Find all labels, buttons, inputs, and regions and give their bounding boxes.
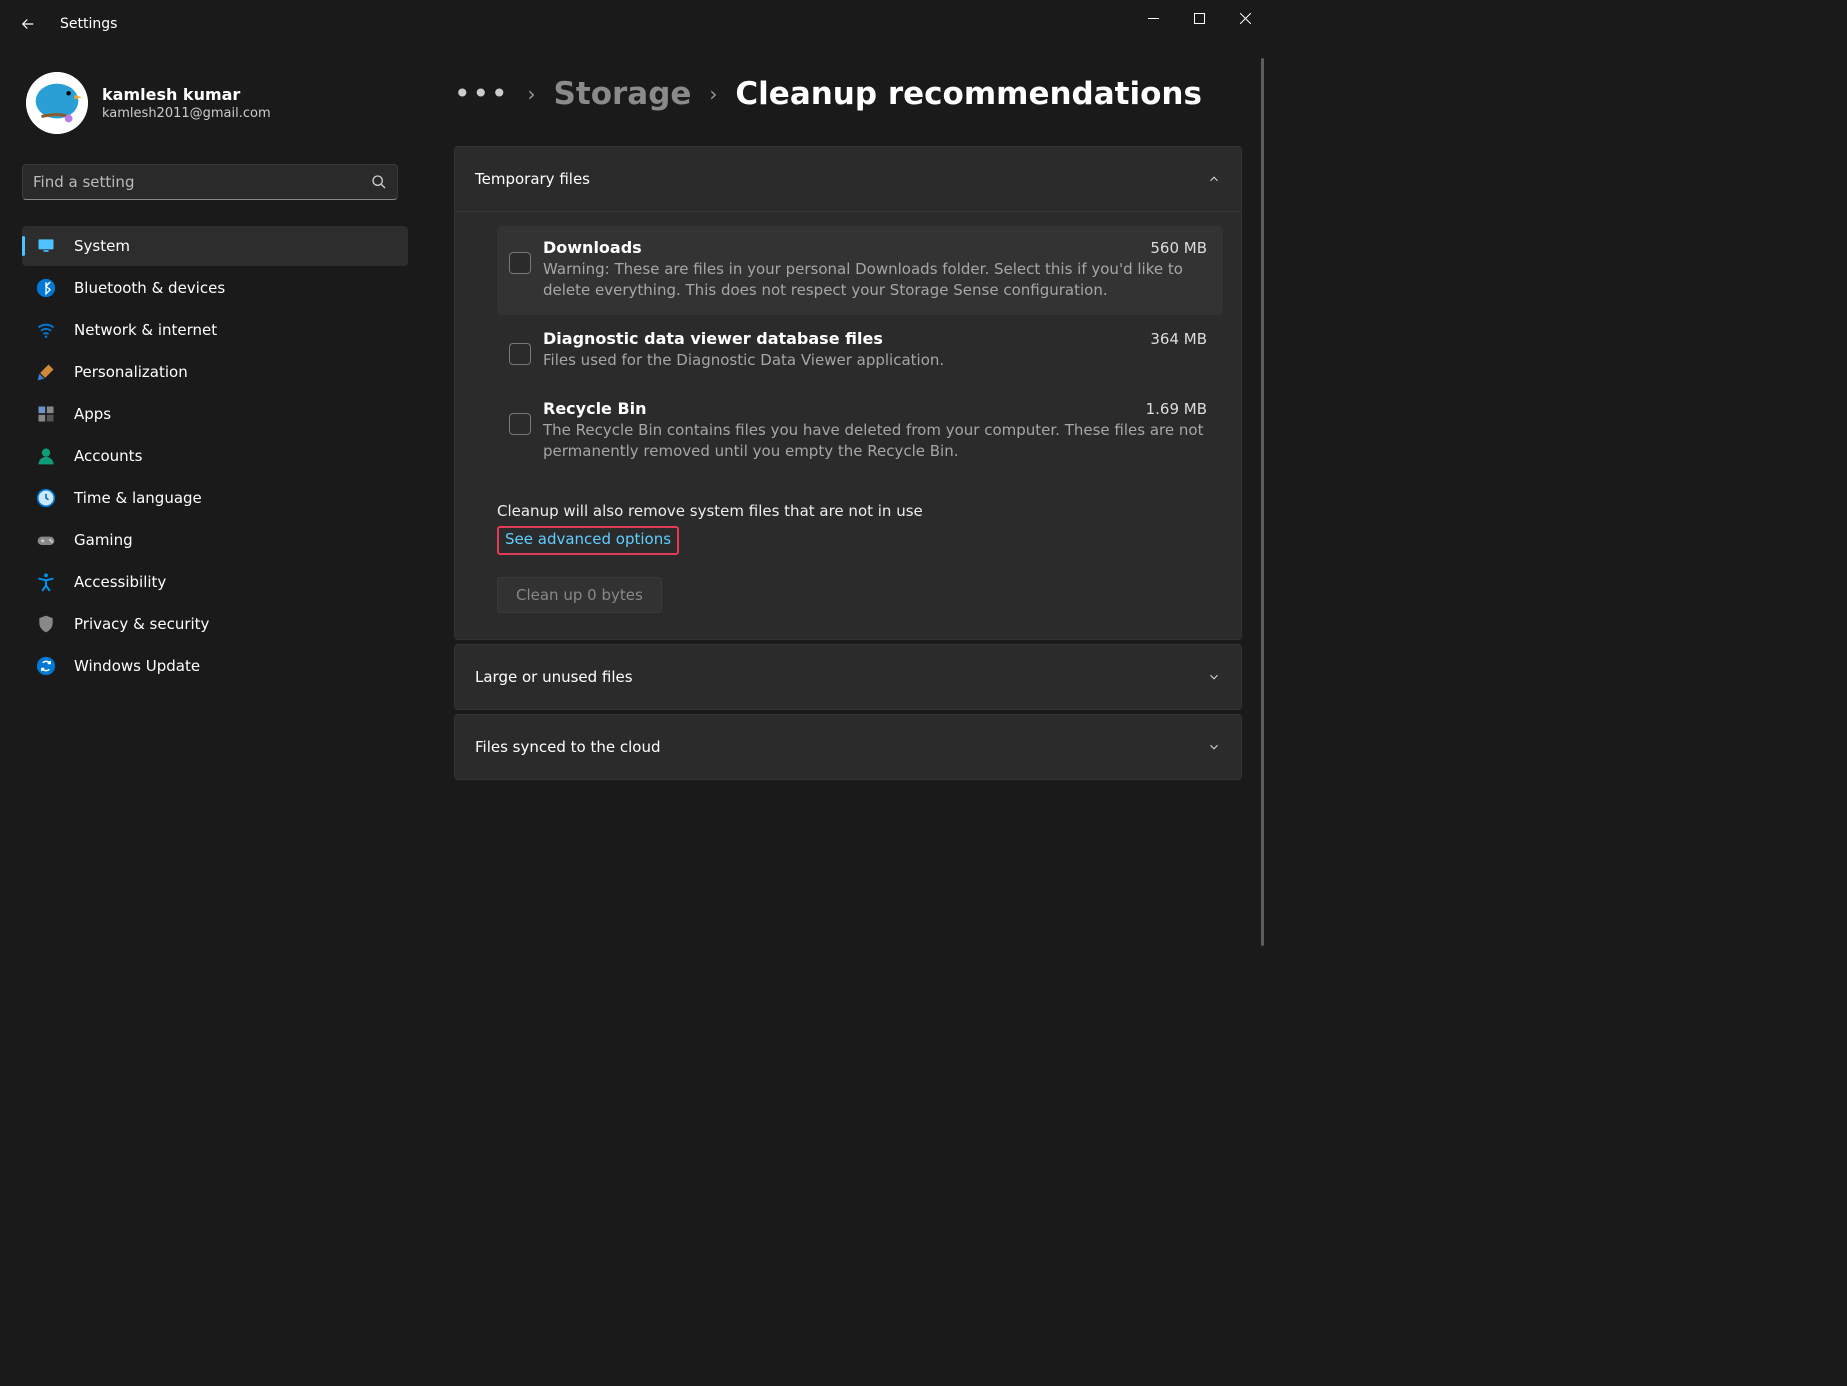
- sidebar: kamlesh kumar kamlesh2011@gmail.com Syst…: [0, 48, 420, 952]
- clean-up-button[interactable]: Clean up 0 bytes: [497, 577, 662, 613]
- cleanup-item-downloads[interactable]: Downloads 560 MB Warning: These are file…: [497, 226, 1223, 315]
- section-large-files: Large or unused files: [454, 644, 1242, 710]
- see-advanced-options-link[interactable]: See advanced options: [497, 526, 679, 555]
- sidebar-item-accessibility[interactable]: Accessibility: [22, 562, 408, 602]
- content-pane: ••• › Storage › Cleanup recommendations …: [420, 48, 1268, 952]
- chevron-right-icon: ›: [528, 82, 536, 106]
- sidebar-item-network[interactable]: Network & internet: [22, 310, 408, 350]
- chevron-up-icon: [1207, 172, 1221, 186]
- chevron-down-icon: [1207, 670, 1221, 684]
- section-synced-files: Files synced to the cloud: [454, 714, 1242, 780]
- section-temporary-files: Temporary files Downloads 560 MB Warning…: [454, 146, 1242, 640]
- sidebar-item-label: Bluetooth & devices: [74, 279, 225, 297]
- maximize-icon: [1194, 13, 1205, 24]
- search-input[interactable]: [33, 173, 371, 191]
- section-body: Downloads 560 MB Warning: These are file…: [455, 211, 1241, 639]
- gamepad-icon: [36, 530, 56, 550]
- section-header-synced-files[interactable]: Files synced to the cloud: [455, 715, 1241, 779]
- cleanup-item-diag[interactable]: Diagnostic data viewer database files 36…: [497, 317, 1223, 385]
- chevron-right-icon: ›: [709, 82, 717, 106]
- clock-icon: [36, 488, 56, 508]
- sidebar-item-label: Personalization: [74, 363, 188, 381]
- sidebar-item-label: Time & language: [74, 489, 202, 507]
- back-button[interactable]: [8, 4, 48, 44]
- person-icon: [36, 446, 56, 466]
- sidebar-item-privacy[interactable]: Privacy & security: [22, 604, 408, 644]
- profile-block[interactable]: kamlesh kumar kamlesh2011@gmail.com: [22, 72, 408, 134]
- chevron-down-icon: [1207, 740, 1221, 754]
- minimize-button[interactable]: [1130, 0, 1176, 36]
- checkbox[interactable]: [509, 252, 531, 274]
- breadcrumb: ••• › Storage › Cleanup recommendations: [454, 76, 1242, 112]
- search-icon: [371, 174, 387, 190]
- sidebar-item-label: Gaming: [74, 531, 133, 549]
- nav-list: System Bluetooth & devices Network & inter…: [22, 226, 408, 686]
- item-size: 364 MB: [1150, 330, 1207, 348]
- item-description: The Recycle Bin contains files you have …: [543, 420, 1207, 462]
- apps-icon: [36, 404, 56, 424]
- page-title: Cleanup recommendations: [735, 76, 1202, 112]
- sidebar-item-label: Windows Update: [74, 657, 200, 675]
- sidebar-item-label: Accessibility: [74, 573, 166, 591]
- cleanup-note: Cleanup will also remove system files th…: [497, 502, 1223, 520]
- checkbox[interactable]: [509, 413, 531, 435]
- checkbox[interactable]: [509, 343, 531, 365]
- user-email: kamlesh2011@gmail.com: [102, 106, 271, 121]
- maximize-button[interactable]: [1176, 0, 1222, 36]
- sidebar-item-apps[interactable]: Apps: [22, 394, 408, 434]
- sync-icon: [36, 656, 56, 676]
- arrow-left-icon: [19, 15, 37, 33]
- breadcrumb-more-button[interactable]: •••: [454, 88, 510, 100]
- section-title: Files synced to the cloud: [475, 738, 660, 756]
- sidebar-item-label: Apps: [74, 405, 111, 423]
- avatar: [26, 72, 88, 134]
- sidebar-item-bluetooth[interactable]: Bluetooth & devices: [22, 268, 408, 308]
- shield-icon: [36, 614, 56, 634]
- section-title: Large or unused files: [475, 668, 633, 686]
- sidebar-item-label: Accounts: [74, 447, 142, 465]
- avatar-bird-icon: [26, 72, 88, 134]
- cleanup-item-recycle[interactable]: Recycle Bin 1.69 MB The Recycle Bin cont…: [497, 387, 1223, 476]
- item-size: 560 MB: [1150, 239, 1207, 257]
- accessibility-icon: [36, 572, 56, 592]
- sidebar-item-system[interactable]: System: [22, 226, 408, 266]
- item-title: Recycle Bin: [543, 399, 647, 418]
- item-title: Diagnostic data viewer database files: [543, 329, 883, 348]
- minimize-icon: [1148, 13, 1159, 24]
- close-icon: [1240, 13, 1251, 24]
- monitor-icon: [36, 236, 56, 256]
- sidebar-item-label: Privacy & security: [74, 615, 209, 633]
- sidebar-item-time[interactable]: Time & language: [22, 478, 408, 518]
- scrollbar[interactable]: [1261, 58, 1264, 946]
- sidebar-item-gaming[interactable]: Gaming: [22, 520, 408, 560]
- user-name: kamlesh kumar: [102, 85, 271, 104]
- close-button[interactable]: [1222, 0, 1268, 36]
- sidebar-item-personalization[interactable]: Personalization: [22, 352, 408, 392]
- item-size: 1.69 MB: [1146, 400, 1207, 418]
- wifi-icon: [36, 320, 56, 340]
- item-description: Files used for the Diagnostic Data Viewe…: [543, 350, 1207, 371]
- bluetooth-icon: [36, 278, 56, 298]
- sidebar-item-label: System: [74, 237, 130, 255]
- window-controls: [1130, 0, 1268, 36]
- section-header-temporary-files[interactable]: Temporary files: [455, 147, 1241, 211]
- app-title: Settings: [60, 16, 117, 32]
- sidebar-item-label: Network & internet: [74, 321, 217, 339]
- section-header-large-files[interactable]: Large or unused files: [455, 645, 1241, 709]
- item-description: Warning: These are files in your persona…: [543, 259, 1207, 301]
- breadcrumb-storage-link[interactable]: Storage: [554, 76, 692, 112]
- search-box[interactable]: [22, 164, 398, 200]
- item-title: Downloads: [543, 238, 642, 257]
- section-title: Temporary files: [475, 170, 590, 188]
- brush-icon: [36, 362, 56, 382]
- title-bar: Settings: [0, 0, 1268, 48]
- sidebar-item-update[interactable]: Windows Update: [22, 646, 408, 686]
- sidebar-item-accounts[interactable]: Accounts: [22, 436, 408, 476]
